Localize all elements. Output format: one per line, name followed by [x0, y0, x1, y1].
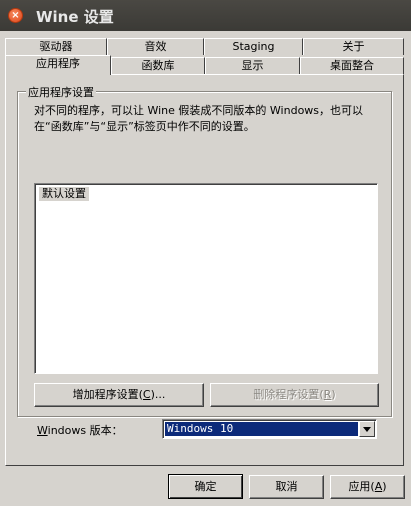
- description-text: 对不同的程序，可以让 Wine 假装成不同版本的 Windows，也可以在“函数…: [34, 104, 364, 133]
- tab-audio[interactable]: 音效: [107, 38, 204, 55]
- windows-version-value: Windows 10: [165, 422, 358, 436]
- tab-about[interactable]: 关于: [303, 38, 404, 55]
- application-list[interactable]: 默认设置: [34, 183, 378, 374]
- list-item[interactable]: 默认设置: [39, 187, 89, 201]
- windows-version-label: Windows 版本：: [37, 424, 123, 437]
- tab-drives[interactable]: 驱动器: [5, 38, 107, 55]
- tab-applications[interactable]: 应用程序: [5, 55, 111, 75]
- add-app-button[interactable]: 增加程序设置(C)...: [34, 383, 204, 407]
- tab-graphics[interactable]: 显示: [205, 57, 300, 75]
- tab-staging[interactable]: Staging: [204, 38, 303, 55]
- window-title: Wine 设置: [36, 8, 114, 26]
- chevron-down-icon[interactable]: [359, 421, 375, 437]
- remove-app-button[interactable]: 删除程序设置(R): [210, 383, 379, 407]
- title-bar: × Wine 设置: [0, 0, 411, 31]
- group-title: 应用程序设置: [26, 84, 96, 100]
- cancel-button[interactable]: 取消: [249, 475, 324, 499]
- apply-button[interactable]: 应用(A): [330, 475, 405, 499]
- close-icon[interactable]: ×: [8, 8, 23, 23]
- windows-version-select[interactable]: Windows 10: [162, 419, 377, 439]
- tab-desktop-integration[interactable]: 桌面整合: [300, 57, 404, 75]
- ok-button[interactable]: 确定: [168, 474, 243, 499]
- tab-libraries[interactable]: 函数库: [111, 57, 205, 75]
